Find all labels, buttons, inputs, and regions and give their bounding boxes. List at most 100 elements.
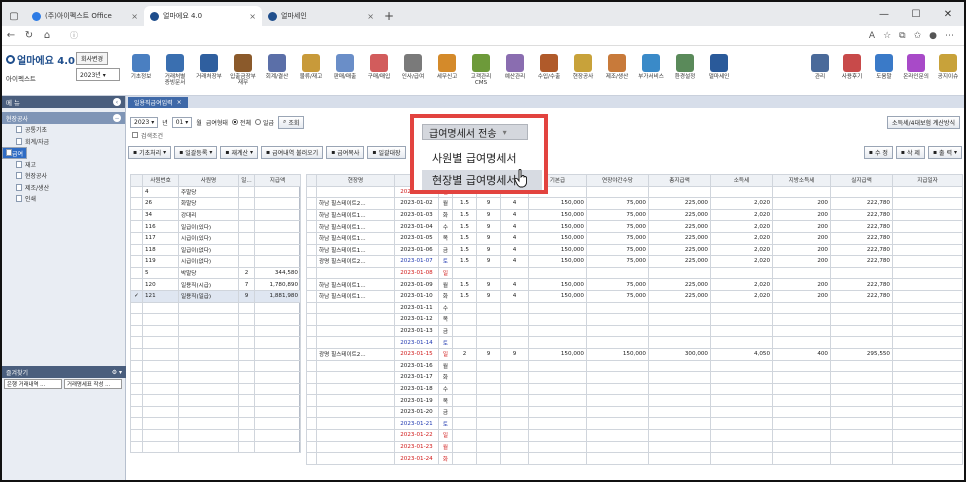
- sidebar-item[interactable]: 재고: [2, 159, 125, 171]
- row-checkbox[interactable]: [306, 394, 317, 407]
- toolbar-button[interactable]: 제조/생산: [600, 46, 634, 95]
- row-checkbox[interactable]: [306, 313, 317, 326]
- table-row[interactable]: 5 박말당 2 344,580: [130, 266, 301, 280]
- row-checkbox[interactable]: [306, 336, 317, 349]
- year-filter[interactable]: 2023 ▾: [130, 116, 159, 128]
- tab-daily-wage[interactable]: 일용직급여입력 ×: [128, 97, 188, 108]
- row-checkbox[interactable]: [306, 301, 317, 315]
- row-checkbox[interactable]: [306, 243, 317, 257]
- row-checkbox[interactable]: [130, 185, 143, 199]
- table-row[interactable]: 하남 힐스테이트1... 2023-01-09 월 1.5 9 4 150,000 75,00…: [306, 278, 963, 291]
- home-icon[interactable]: ⌂: [38, 30, 56, 41]
- row-checkbox[interactable]: [130, 197, 143, 210]
- row-checkbox[interactable]: [306, 197, 317, 210]
- toolbar-button[interactable]: 공지이슈: [932, 46, 964, 95]
- toolbar-button[interactable]: 거래처장부: [192, 46, 226, 95]
- close-icon[interactable]: ✕: [932, 9, 964, 20]
- browser-tab[interactable]: (주)아이펙스트 Office ×: [26, 6, 144, 26]
- row-checkbox[interactable]: [130, 231, 143, 245]
- column-header[interactable]: 사원번호: [142, 174, 179, 187]
- edit-button[interactable]: ▪ 출 력 ▾: [927, 145, 962, 159]
- table-row[interactable]: 2023-01-01일: [306, 185, 963, 199]
- toolbar-button[interactable]: 온라인문의: [900, 46, 932, 95]
- column-header[interactable]: 일...: [238, 174, 255, 187]
- column-header[interactable]: 지급액: [254, 174, 301, 187]
- column-header[interactable]: 지방소득세: [772, 174, 831, 187]
- table-row[interactable]: 2023-01-11 수: [306, 301, 963, 315]
- toolbar-button[interactable]: 세무신고: [430, 46, 464, 95]
- year-select[interactable]: 2023년 ▾: [76, 68, 120, 81]
- back-icon[interactable]: ←: [2, 30, 20, 41]
- row-checkbox[interactable]: [306, 208, 317, 222]
- table-row[interactable]: 34 강대리: [130, 208, 301, 222]
- table-row[interactable]: 하남 힐스테이트1... 2023-01-06 금 1.5 9 4 150,000 75,00…: [306, 243, 963, 257]
- table-row[interactable]: 2023-01-14 토: [306, 336, 963, 349]
- table-row[interactable]: 2023-01-12 목: [306, 313, 963, 326]
- table-row[interactable]: 120 일용직(시급) 7 1,780,890: [130, 278, 301, 291]
- row-checkbox[interactable]: [306, 278, 317, 291]
- action-button[interactable]: ▪ 급여복사: [326, 145, 365, 159]
- table-row[interactable]: 2023-01-21 토: [306, 417, 963, 431]
- column-header[interactable]: 지급일자: [892, 174, 963, 187]
- tab-close-icon[interactable]: ×: [367, 12, 374, 21]
- action-button[interactable]: ▪ 일괄대장: [367, 145, 406, 159]
- table-row[interactable]: 2023-01-18 수: [306, 382, 963, 396]
- sidebar-section[interactable]: 현장공사 −: [2, 112, 125, 124]
- tax-calc-button[interactable]: 소득세/4대보험 계산방식: [887, 115, 960, 129]
- toolbar-button[interactable]: 기초정보: [124, 46, 158, 95]
- row-checkbox[interactable]: [306, 417, 317, 431]
- table-row[interactable]: 하남 힐스테이트1... 2023-01-04 수 1.5 9 4 150,000 75,00…: [306, 220, 963, 233]
- table-row[interactable]: 2023-01-19 목: [306, 394, 963, 407]
- tab-close-icon[interactable]: ×: [177, 99, 182, 106]
- row-checkbox[interactable]: [306, 289, 317, 303]
- favorites-icon[interactable]: ✩: [914, 31, 922, 41]
- row-checkbox[interactable]: [306, 347, 317, 361]
- row-checkbox[interactable]: [130, 278, 143, 291]
- column-header[interactable]: 총지급액: [648, 174, 711, 187]
- change-company-button[interactable]: 회사변경: [76, 52, 109, 65]
- table-row[interactable]: 2023-01-17 화: [306, 371, 963, 384]
- table-row[interactable]: 하남 힐스테이트1... 2023-01-10 화 1.5 9 4 150,000 75,00…: [306, 289, 963, 303]
- read-aloud-icon[interactable]: A: [869, 31, 875, 41]
- row-checkbox[interactable]: [306, 185, 317, 199]
- url-field[interactable]: ⓘ: [64, 29, 861, 43]
- month-filter[interactable]: 01 ▾: [171, 116, 193, 128]
- row-checkbox[interactable]: [130, 243, 143, 257]
- collapse-icon[interactable]: ‹: [113, 98, 121, 106]
- row-checkbox[interactable]: [306, 382, 317, 396]
- menu-item-employee-payslip[interactable]: 사원별 급여명세서: [422, 148, 542, 168]
- table-row[interactable]: 2023-01-13 금: [306, 324, 963, 338]
- row-checkbox[interactable]: ✓: [130, 289, 143, 303]
- browser-tab[interactable]: 얼마에요 4.0 ×: [144, 6, 262, 26]
- table-row[interactable]: 2023-01-16 월: [306, 359, 963, 373]
- table-row[interactable]: 광명 힐스테이트2... 2023-01-07 토 1.5 9 4 150,000 75,00…: [306, 255, 963, 268]
- toolbar-button[interactable]: 인사/급여: [396, 46, 430, 95]
- refresh-icon[interactable]: ↻: [20, 30, 38, 41]
- favorite-star-icon[interactable]: ☆: [883, 31, 891, 41]
- row-checkbox[interactable]: [130, 266, 143, 280]
- table-row[interactable]: ✓ 121 일용직(일급) 9 1,881,980: [130, 289, 301, 303]
- table-row[interactable]: 119 시급이(없다): [130, 255, 301, 268]
- more-icon[interactable]: ⋯: [945, 31, 954, 41]
- table-row[interactable]: 2023-01-20 금: [306, 405, 963, 419]
- action-button[interactable]: ▪ 일괄등록 ▾: [174, 145, 218, 159]
- sidebar-item[interactable]: 회계/자금: [2, 136, 125, 148]
- row-checkbox[interactable]: [306, 324, 317, 338]
- column-header[interactable]: 실지급액: [830, 174, 893, 187]
- column-header[interactable]: 사원명: [178, 174, 239, 187]
- browser-tab[interactable]: 얼마세인 ×: [262, 6, 380, 26]
- section-toggle-icon[interactable]: −: [113, 114, 121, 122]
- action-button[interactable]: ▪ 재계산 ▾: [220, 145, 259, 159]
- column-header[interactable]: [306, 174, 317, 187]
- tab-close-icon[interactable]: ×: [249, 12, 256, 21]
- table-row[interactable]: 118 일급이(없다): [130, 243, 301, 257]
- toolbar-button[interactable]: 얼마세인: [702, 46, 736, 95]
- tab-close-icon[interactable]: ×: [131, 12, 138, 21]
- action-button[interactable]: ▪ 급여내역 불러오기: [261, 145, 324, 159]
- row-checkbox[interactable]: [306, 405, 317, 419]
- table-row[interactable]: 2023-01-24 화: [306, 452, 963, 465]
- toolbar-button[interactable]: 거래처별 증빙문서: [158, 46, 192, 95]
- table-row[interactable]: 하남 힐스테이트2... 2023-01-02 월 1.5 9 4 150,000 75,00…: [306, 197, 963, 210]
- table-row[interactable]: 116 일급이(있다): [130, 220, 301, 233]
- toolbar-button[interactable]: 도움말: [868, 46, 900, 95]
